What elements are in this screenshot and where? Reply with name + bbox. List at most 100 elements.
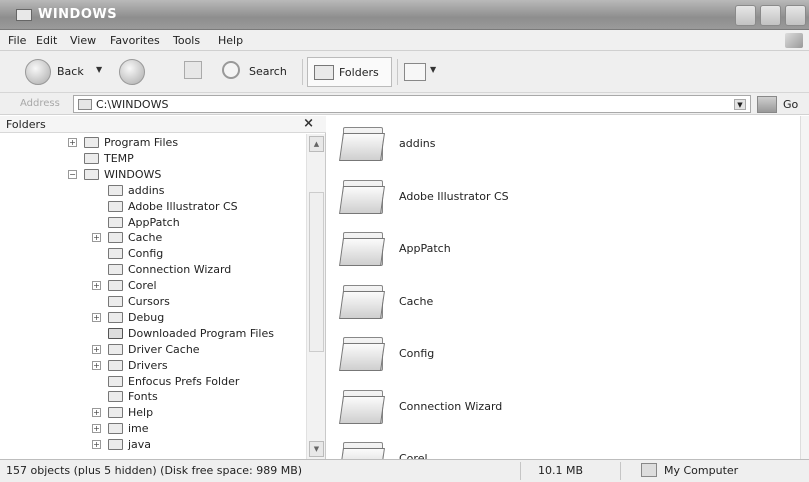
tree-item[interactable]: Enfocus Prefs Folder	[0, 375, 300, 390]
tree-item[interactable]: + ime	[0, 422, 300, 437]
tree-scrollbar[interactable]: ▲ ▼	[306, 134, 325, 459]
scroll-up-icon[interactable]: ▲	[309, 136, 324, 152]
folder-item[interactable]: Config	[339, 335, 641, 381]
address-dropdown-icon[interactable]: ▼	[734, 99, 746, 110]
back-arrow-icon[interactable]	[25, 59, 51, 85]
folder-icon	[339, 440, 385, 459]
tree-item[interactable]: Downloaded Program Files	[0, 327, 300, 342]
tree-item-label: Cache	[128, 231, 163, 245]
expand-icon[interactable]: +	[92, 440, 101, 450]
status-location: My Computer	[664, 464, 739, 477]
folder-item[interactable]: addins	[339, 125, 641, 171]
menu-tools[interactable]: Tools	[173, 34, 200, 47]
folder-icon	[108, 232, 123, 244]
folder-icon	[108, 423, 123, 435]
expand-icon[interactable]: +	[92, 233, 101, 243]
views-icon[interactable]	[404, 63, 426, 81]
tree-item[interactable]: Fonts	[0, 390, 300, 405]
tree-item[interactable]: + Driver Cache	[0, 343, 300, 358]
tree-item[interactable]: AppPatch	[0, 216, 300, 231]
close-icon[interactable]: ×	[303, 116, 314, 131]
expand-icon[interactable]: +	[92, 360, 101, 370]
collapse-icon[interactable]: −	[68, 169, 77, 179]
views-dropdown-icon[interactable]: ▼	[430, 65, 436, 74]
tree-item-label: Program Files	[104, 136, 179, 149]
search-button-label[interactable]: Search	[249, 65, 287, 78]
back-dropdown-icon[interactable]: ▼	[96, 65, 102, 74]
folder-icon	[84, 152, 99, 164]
folder-icon	[78, 99, 92, 110]
tree-item[interactable]: addins	[0, 184, 300, 199]
folder-icon	[339, 230, 385, 266]
scroll-down-icon[interactable]: ▼	[309, 441, 324, 457]
tree-item-label: Enfocus Prefs Folder	[128, 374, 240, 388]
tree-item[interactable]: + Cache	[0, 231, 300, 246]
menu-view[interactable]: View	[70, 34, 96, 47]
toolbar-separator	[397, 59, 398, 85]
content-scrollbar[interactable]	[800, 116, 809, 459]
minimize-button[interactable]	[735, 5, 756, 26]
menu-help[interactable]: Help	[218, 34, 243, 47]
tree-item[interactable]: + Debug	[0, 311, 300, 326]
expand-icon[interactable]: +	[92, 408, 101, 418]
folder-item[interactable]: AppPatch	[339, 230, 641, 276]
expand-icon[interactable]: +	[92, 424, 101, 434]
tree-item[interactable]: + Help	[0, 406, 300, 421]
expand-icon[interactable]: +	[68, 138, 77, 147]
expand-icon[interactable]: +	[92, 312, 101, 322]
menu-bar: File Edit View Favorites Tools Help	[0, 30, 809, 51]
up-folder-icon[interactable]	[184, 61, 202, 79]
folders-button[interactable]: Folders	[307, 57, 392, 87]
tree-item[interactable]: Adobe Illustrator CS	[0, 200, 300, 215]
folder-icon	[339, 283, 385, 319]
folder-icon	[108, 439, 123, 451]
status-objects: 157 objects (plus 5 hidden) (Disk free s…	[6, 464, 303, 477]
tree-item[interactable]: Connection Wizard	[0, 263, 300, 278]
tree-item[interactable]: Cursors	[0, 295, 300, 310]
tree-item[interactable]: + Drivers	[0, 359, 300, 374]
tree-item-label: WINDOWS	[104, 167, 162, 181]
computer-icon	[641, 463, 657, 477]
expand-icon[interactable]: +	[92, 344, 101, 354]
back-button-label[interactable]: Back	[57, 65, 84, 78]
folder-icon	[108, 296, 123, 307]
status-divider	[620, 462, 621, 480]
maximize-button[interactable]	[760, 5, 781, 26]
address-value[interactable]: C:\WINDOWS	[96, 98, 168, 111]
folders-button-label: Folders	[339, 66, 379, 79]
tree-item-label: Fonts	[128, 390, 158, 404]
folder-icon	[16, 9, 32, 21]
folder-item[interactable]: Adobe Illustrator CS	[339, 178, 641, 224]
close-button[interactable]	[785, 5, 806, 26]
tree-item[interactable]: + java	[0, 438, 300, 453]
menu-file[interactable]: File	[8, 34, 26, 47]
folder-item[interactable]: Connection Wizard	[339, 388, 641, 434]
folder-icon	[108, 391, 123, 403]
forward-arrow-icon[interactable]	[119, 59, 145, 85]
folder-icon	[339, 335, 385, 371]
folder-icon	[108, 375, 123, 387]
tree-item[interactable]: + Corel	[0, 279, 300, 294]
tree-item[interactable]: Config	[0, 247, 300, 262]
status-size: 10.1 MB	[538, 464, 584, 477]
folders-pane-title: Folders	[6, 118, 46, 131]
tree-item[interactable]: + Program Files	[0, 136, 300, 151]
tree-item[interactable]: − WINDOWS	[0, 168, 300, 183]
address-field[interactable]: C:\WINDOWS ▼	[73, 95, 751, 113]
folder-item[interactable]: Corel	[339, 440, 641, 459]
expand-icon[interactable]: +	[92, 281, 101, 291]
folder-icon	[108, 359, 123, 371]
scroll-thumb[interactable]	[309, 192, 324, 352]
folder-item[interactable]: Cache	[339, 283, 641, 329]
tree-item-label: java	[128, 438, 152, 452]
go-button-label[interactable]: Go	[783, 98, 798, 111]
go-arrow-icon[interactable]	[757, 96, 777, 113]
folders-pane-header: Folders ×	[0, 116, 326, 133]
tree-item[interactable]: TEMP	[0, 152, 300, 167]
tree-item-label: AppPatch	[128, 215, 180, 229]
menu-favorites[interactable]: Favorites	[110, 34, 160, 47]
search-icon[interactable]	[222, 61, 240, 79]
menu-edit[interactable]: Edit	[36, 34, 57, 47]
tree-item-label: Connection Wizard	[128, 263, 232, 277]
folder-icon	[108, 280, 123, 292]
